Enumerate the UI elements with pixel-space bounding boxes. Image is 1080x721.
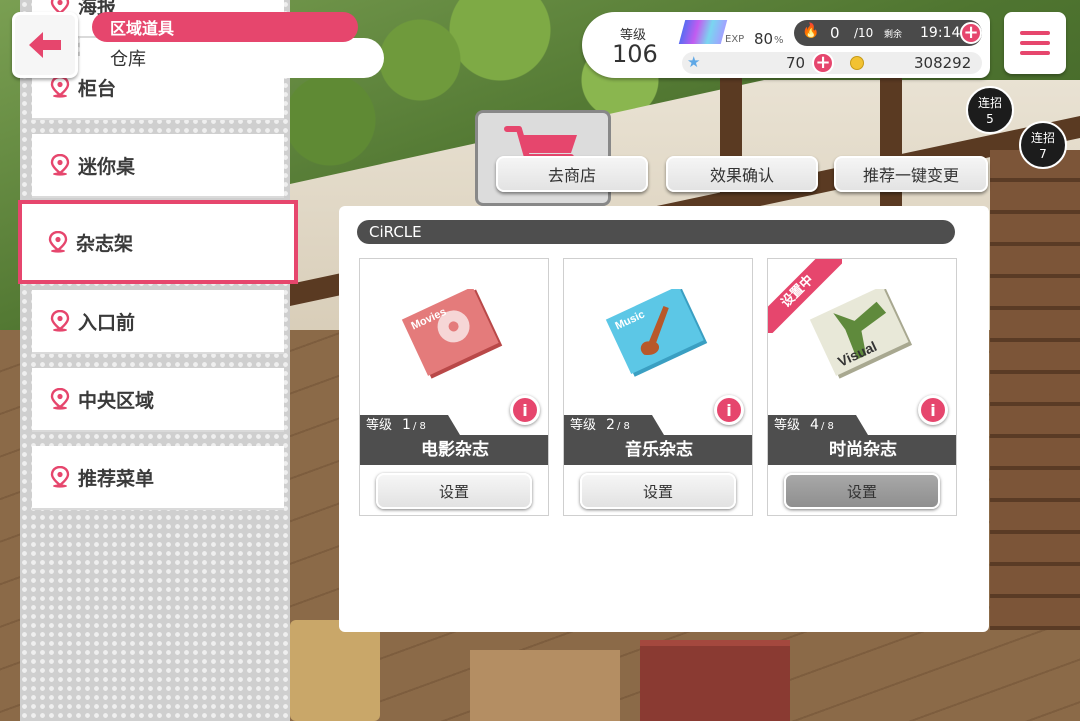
area-sidebar: 海报 柜台 迷你桌 杂志架 ★ ★ 入口前 中央区域 推荐菜单 [18, 0, 298, 721]
combo-badge[interactable]: 连招 7 [1019, 121, 1067, 169]
sidebar-item-label: 推荐菜单 [78, 467, 155, 490]
map-pin-icon [48, 231, 68, 253]
recommend-change-button[interactable]: 推荐一键变更 [834, 156, 988, 192]
set-item-button-disabled: 设置 [784, 473, 940, 509]
cardboard-box [470, 650, 620, 721]
map-pin-icon [50, 466, 70, 488]
map-pin-icon [50, 310, 70, 332]
item-info-button[interactable]: i [510, 395, 540, 425]
combo-count: 7 [1039, 147, 1047, 161]
hamburger-line [1020, 51, 1050, 55]
map-pin-icon [50, 154, 70, 176]
player-status-bar: 等级 106 EXP 80 % 🔥 0 /10 剩余 19:14 + ★ 70 … [582, 12, 990, 78]
coin-icon [850, 56, 864, 70]
live-boost-max: /10 [854, 26, 874, 40]
item-card-fashion-magazine[interactable]: Visual 设置中 i 等级 4/ 8 时尚杂志 设置 [767, 258, 957, 516]
combo-label: 连招 [977, 96, 1002, 110]
live-boost-value: 0 [830, 24, 840, 42]
corner-star-icon: ★ [22, 265, 34, 280]
sidebar-item-recommended-menu[interactable]: 推荐菜单 [32, 446, 284, 510]
exp-value: 80 [754, 30, 774, 48]
exp-gauge [678, 20, 728, 44]
live-boost-box: 🔥 0 /10 剩余 19:14 + [794, 20, 982, 46]
back-button[interactable] [12, 12, 78, 78]
exp-label: EXP [725, 34, 745, 45]
level-value: 106 [612, 40, 658, 68]
item-selection-panel: CiRCLE Movies i 等级 1/ 8 电影杂志 设置 Music i … [339, 206, 989, 632]
exp-unit: % [774, 35, 784, 46]
sidebar-item-central-area[interactable]: 中央区域 [32, 368, 284, 432]
sidebar-item-magazine-rack[interactable]: 杂志架 ★ ★ [18, 200, 298, 284]
go-to-shop-button[interactable]: 去商店 [496, 156, 648, 192]
combo-count: 5 [986, 112, 994, 126]
item-name: 时尚杂志 [768, 435, 956, 465]
item-level-tab: 等级 2/ 8 [564, 415, 664, 435]
item-level-tab: 等级 4/ 8 [768, 415, 868, 435]
woven-basket [290, 620, 380, 721]
music-magazine-icon: Music [605, 289, 708, 377]
sidebar-item-label: 杂志架 [76, 232, 134, 255]
movie-magazine-icon: Movies [401, 289, 503, 379]
sidebar-item-mini-table[interactable]: 迷你桌 [32, 134, 284, 198]
coin-value: 308292 [914, 54, 972, 72]
breadcrumb-current: 区域道具 [92, 12, 358, 42]
star-value: 70 [786, 54, 806, 72]
item-name: 音乐杂志 [564, 435, 752, 465]
star-currency-row: ★ 70 + 308292 [682, 52, 982, 74]
item-level-tab: 等级 1/ 8 [360, 415, 460, 435]
add-stars-button[interactable]: + [812, 52, 834, 74]
staircase [990, 150, 1080, 630]
add-live-boost-button[interactable]: + [960, 22, 982, 44]
combo-label: 连招 [1030, 131, 1055, 145]
set-item-button[interactable]: 设置 [376, 473, 532, 509]
hamburger-line [1020, 41, 1050, 45]
breadcrumb-parent[interactable]: 仓库 [80, 38, 384, 78]
flame-icon: 🔥 [802, 23, 820, 39]
sidebar-item-label: 迷你桌 [78, 155, 136, 178]
item-info-button[interactable]: i [714, 395, 744, 425]
set-item-button[interactable]: 设置 [580, 473, 736, 509]
item-card-movie-magazine[interactable]: Movies i 等级 1/ 8 电影杂志 设置 [359, 258, 549, 516]
installed-ribbon: 设置中 [768, 259, 842, 333]
sidebar-item-label: 中央区域 [78, 389, 155, 412]
hamburger-line [1020, 31, 1050, 35]
item-name: 电影杂志 [360, 435, 548, 465]
map-pin-icon [50, 388, 70, 410]
combo-badge[interactable]: 连招 5 [966, 86, 1014, 134]
back-arrow-icon [29, 32, 61, 58]
effect-check-button[interactable]: 效果确认 [666, 156, 818, 192]
item-card-music-magazine[interactable]: Music i 等级 2/ 8 音乐杂志 设置 [563, 258, 753, 516]
panel-title: CiRCLE [357, 220, 955, 244]
remaining-label: 剩余 [884, 30, 903, 40]
map-pin-icon [50, 76, 70, 98]
corner-star-icon: ★ [278, 203, 290, 218]
star-gem-icon: ★ [687, 53, 701, 71]
main-menu-button[interactable] [1004, 12, 1066, 74]
remaining-time: 19:14 [920, 25, 961, 41]
sidebar-item-label: 入口前 [78, 311, 136, 334]
sidebar-item-entrance[interactable]: 入口前 [32, 290, 284, 354]
red-crate [640, 640, 790, 721]
item-info-button[interactable]: i [918, 395, 948, 425]
